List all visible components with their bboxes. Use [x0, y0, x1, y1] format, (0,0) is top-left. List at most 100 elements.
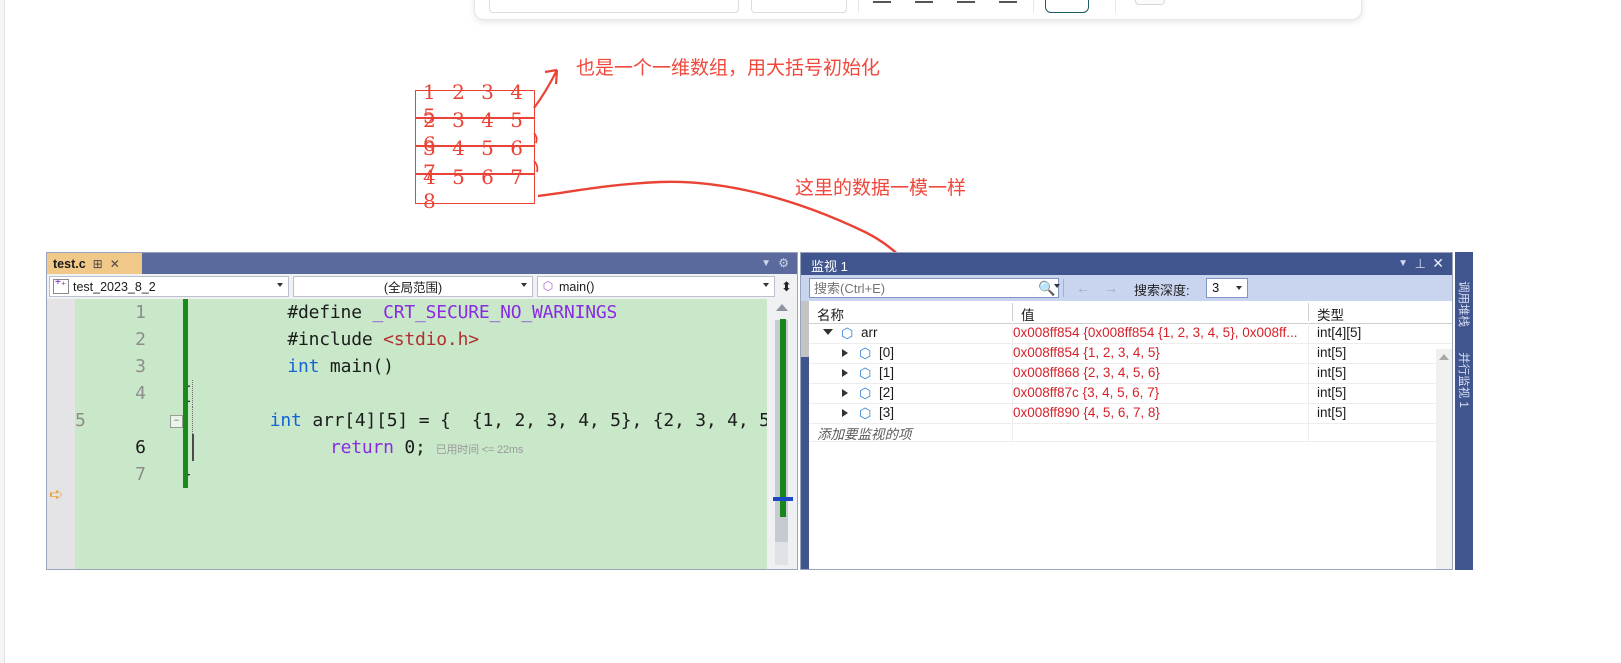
change-bar — [183, 434, 188, 461]
array-row-1: 2 3 4 5 6 — [415, 108, 535, 156]
scroll-up-icon[interactable] — [1439, 354, 1449, 360]
toolbar-row — [475, 0, 1361, 19]
chevron-down-icon[interactable]: ▼ — [1398, 258, 1408, 269]
code-line-6: 6 return 0; 已用时间 <= 22ms — [75, 434, 767, 461]
scope-combo-label: (全局范围) — [383, 281, 443, 295]
watch-row-value-cell[interactable]: 0x008ff868 {2, 3, 4, 5, 6} — [1013, 363, 1308, 383]
pin-icon[interactable]: ⊞ — [93, 257, 103, 271]
array-row-3: 4 5 6 7 8 — [415, 165, 535, 213]
watch-row-value-cell[interactable]: 0x008ff87c {3, 4, 5, 6, 7} — [1013, 383, 1308, 403]
watch-row-value-cell[interactable]: 0x008ff890 {4, 5, 6, 7, 8} — [1013, 403, 1308, 423]
toolbar-divider — [1063, 279, 1064, 297]
gear-icon[interactable]: ⚙ — [778, 256, 789, 270]
dock-tab-parallel-watch[interactable]: 并行监视 1 — [1456, 345, 1472, 415]
search-input[interactable] — [809, 278, 1059, 298]
chevron-down-icon[interactable] — [763, 283, 769, 287]
member-combo[interactable]: ⬡ main() — [537, 276, 775, 297]
watch-variable-name: [1] — [879, 365, 895, 380]
editor-tab-label: test.c — [53, 256, 86, 271]
search-depth-value: 3 — [1212, 280, 1220, 295]
watch-row-1[interactable]: ⬡ [1] 0x008ff868 {2, 3, 4, 5, 6} int[5] — [809, 363, 1452, 384]
align-justify-icon[interactable] — [999, 0, 1017, 5]
chevron-down-icon[interactable] — [521, 283, 527, 287]
editor-indicator-margin[interactable] — [47, 299, 61, 569]
expand-triangle-icon[interactable] — [842, 409, 848, 417]
member-combo-label: main() — [559, 279, 595, 294]
expand-triangle-icon[interactable] — [842, 349, 848, 357]
toolbar-selected-button[interactable] — [1045, 0, 1089, 13]
project-icon — [53, 277, 69, 294]
chevron-down-icon[interactable] — [277, 283, 283, 287]
close-icon[interactable]: ✕ — [110, 257, 120, 271]
toolbar-divider-2 — [1033, 0, 1034, 13]
scroll-up-icon[interactable] — [776, 304, 788, 311]
align-left-icon[interactable] — [873, 0, 891, 5]
pin-icon[interactable]: ⊥ — [1415, 256, 1426, 272]
watch-row-type-cell: int[5] — [1317, 345, 1347, 360]
watch-row-2[interactable]: ⬡ [2] 0x008ff87c {3, 4, 5, 6, 7} int[5] — [809, 383, 1452, 404]
watch-row-type-cell: int[5] — [1317, 405, 1347, 420]
dock-tab-call-stack[interactable]: 调用堆栈 — [1456, 269, 1472, 339]
change-bar — [183, 353, 188, 380]
toolbar-text-field[interactable] — [489, 0, 739, 13]
variable-cube-icon: ⬡ — [859, 345, 872, 361]
project-combo[interactable]: test_2023_8_2 — [49, 276, 289, 297]
toolbar-size-field[interactable] — [751, 0, 847, 13]
watch-variable-name: [3] — [879, 405, 895, 420]
watch-row-value-cell[interactable]: 0x008ff854 {1, 2, 3, 4, 5} — [1013, 343, 1308, 363]
close-icon[interactable]: ✕ — [1432, 255, 1444, 272]
chevron-down-icon[interactable] — [1236, 286, 1242, 290]
chevron-down-icon[interactable] — [1054, 284, 1060, 288]
watch-vertical-scrollbar[interactable] — [1436, 349, 1452, 569]
chevron-down-icon[interactable]: ▼ — [761, 258, 771, 269]
column-header-name[interactable]: 名称 — [809, 301, 1013, 323]
watch-row-name-cell[interactable]: ⬡ [3] — [809, 403, 1012, 423]
watch-row-type-cell: int[5] — [1317, 365, 1347, 380]
watch-row-arr[interactable]: ⬡ arr 0x008ff854 {0x008ff854 {1, 2, 3, 4… — [809, 323, 1452, 344]
expand-triangle-icon[interactable] — [823, 329, 833, 335]
code-text-area[interactable]: 1 #define _CRT_SECURE_NO_WARNINGS 2 #inc… — [75, 299, 797, 569]
code-token-keyword: int — [287, 356, 320, 377]
column-header-value[interactable]: 值 — [1013, 301, 1309, 323]
code-token: main() — [319, 356, 394, 377]
search-depth-label: 搜索深度: — [1134, 283, 1190, 298]
editor-gutter — [61, 299, 75, 569]
code-token-header: <stdio.h> — [383, 329, 479, 350]
arrow-right-icon[interactable]: → — [1104, 280, 1118, 296]
watch-add-item-row[interactable]: 添加要监视的项 — [809, 421, 1452, 442]
watch-row-name-cell[interactable]: ⬡ [2] — [809, 383, 1012, 403]
line-number: 7 — [135, 464, 146, 485]
editor-tab-testc[interactable]: test.c ⊞ ✕ — [47, 253, 142, 274]
right-dock-strip: 调用堆栈 并行监视 1 — [1455, 252, 1473, 570]
search-depth-combo[interactable]: 3 — [1206, 278, 1248, 298]
watch-title-bar: 监视 1 ▼ ⊥ ✕ — [801, 253, 1452, 275]
top-toolbar-cropped — [474, 0, 1362, 20]
watch-left-strip-inner — [801, 301, 809, 357]
toolbar-extra-button[interactable] — [1135, 0, 1165, 5]
watch-data-grid[interactable]: 名称 值 类型 ⬡ arr 0x008ff854 {0x008ff854 {1,… — [809, 301, 1452, 569]
split-window-icon[interactable]: ⬍ — [779, 277, 794, 296]
line-number: 3 — [135, 356, 146, 377]
editor-tab-strip: test.c ⊞ ✕ ▼ ⚙ — [47, 253, 797, 274]
column-header-type[interactable]: 类型 — [1309, 301, 1452, 323]
line-number: 6 — [135, 437, 146, 458]
watch-add-item-label: 添加要监视的项 — [817, 427, 912, 442]
align-center-icon[interactable] — [915, 0, 933, 5]
expand-triangle-icon[interactable] — [842, 389, 848, 397]
watch-row-0[interactable]: ⬡ [0] 0x008ff854 {1, 2, 3, 4, 5} int[5] — [809, 343, 1452, 364]
magnifier-icon[interactable]: 🔍 — [1038, 280, 1055, 297]
align-right-icon[interactable] — [957, 0, 975, 5]
cell-divider — [1308, 421, 1309, 441]
expand-triangle-icon[interactable] — [842, 369, 848, 377]
watch-row-name-cell[interactable]: ⬡ [0] — [809, 343, 1012, 363]
watch-row-name-cell[interactable]: ⬡ arr — [809, 323, 1012, 343]
editor-body[interactable]: ➪ 1 #define _CRT_SECURE_NO_WARNINGS 2 #i… — [47, 299, 797, 569]
scope-combo[interactable]: (全局范围) — [293, 276, 533, 297]
watch-row-name-cell[interactable]: ⬡ [1] — [809, 363, 1012, 383]
watch-title-label: 监视 1 — [811, 259, 848, 274]
execution-pointer-icon: ➪ — [49, 485, 64, 504]
watch-variable-name: [2] — [879, 385, 895, 400]
arrow-left-icon[interactable]: ← — [1076, 280, 1090, 296]
code-line-2: 2 #include <stdio.h> — [75, 326, 767, 353]
watch-row-value-cell[interactable]: 0x008ff854 {0x008ff854 {1, 2, 3, 4, 5}, … — [1013, 323, 1308, 343]
